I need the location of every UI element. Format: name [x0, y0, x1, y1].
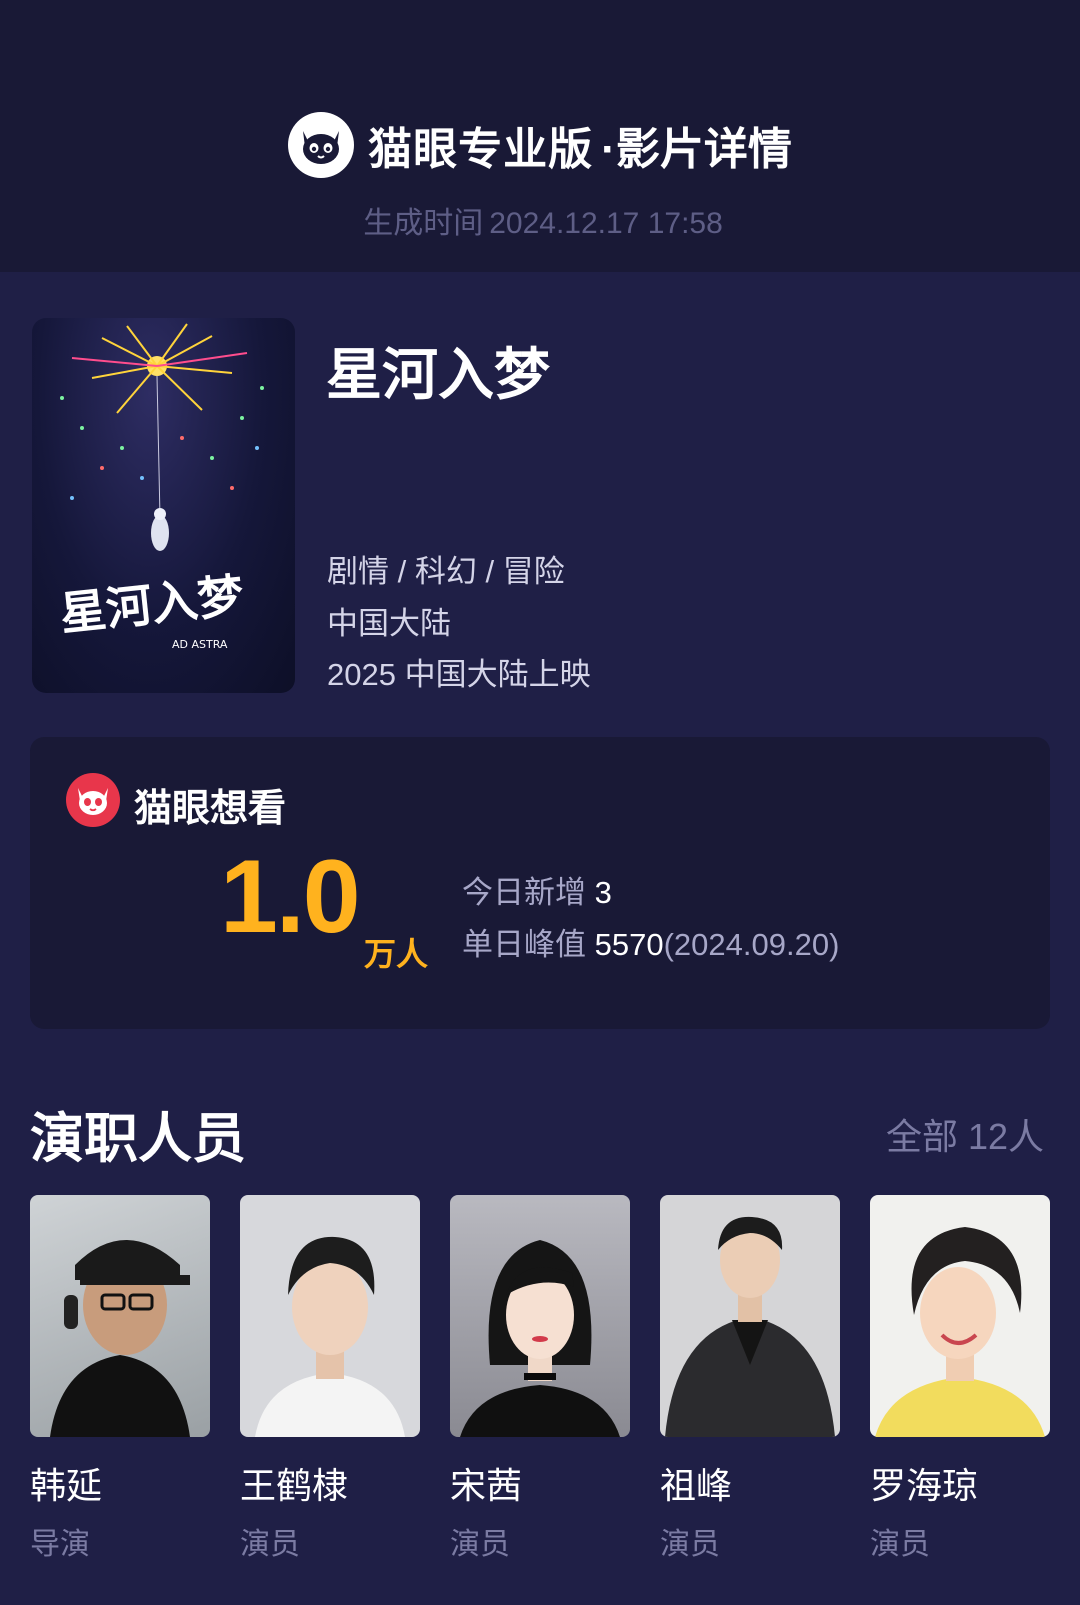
daily-peak-value: 5570: [594, 927, 664, 962]
brand-row: 猫眼专业版 ·影片详情: [0, 105, 1080, 185]
cast-role: 演员: [870, 1528, 930, 1561]
daily-peak-date: (2024.09.20): [663, 927, 840, 962]
want-to-watch-card[interactable]: 猫眼想看 1.0 万人 今日新增 3 单日峰值 5570(2024.09.20): [30, 737, 1050, 1029]
avatar: [450, 1195, 630, 1437]
firework-graphic: [60, 323, 264, 551]
today-new-value: 3: [594, 875, 612, 910]
avatar: [240, 1195, 420, 1437]
generated-time: 生成时间 2024.12.17 17:58: [0, 198, 1080, 242]
cast-card[interactable]: 祖峰 演员: [660, 1195, 840, 1563]
generated-value: 2024.12.17 17:58: [489, 207, 723, 240]
header: 猫眼专业版 ·影片详情 生成时间 2024.12.17 17:58: [0, 0, 1080, 272]
cast-role: 演员: [660, 1528, 720, 1561]
page-title: ·影片详情: [601, 125, 792, 174]
cast-all-count: 12人: [967, 1116, 1044, 1157]
avatar: [660, 1195, 840, 1437]
cast-section-title: 演职人员: [30, 1109, 246, 1169]
cast-role: 演员: [450, 1528, 510, 1561]
cast-all-label: 全部: [885, 1116, 958, 1157]
cat-face-icon: [66, 773, 120, 827]
movie-genres: 剧情 / 科幻 / 冒险: [327, 554, 565, 589]
generated-label: 生成时间: [363, 207, 484, 240]
cast-card[interactable]: 韩延 导演: [30, 1195, 210, 1563]
movie-poster[interactable]: 星河入梦 AD ASTRA: [32, 318, 295, 693]
cast-name: 罗海琼: [870, 1465, 979, 1506]
daily-peak-label: 单日峰值: [462, 927, 586, 962]
cast-name: 王鹤棣: [240, 1465, 349, 1506]
cast-card[interactable]: 宋茜 演员: [450, 1195, 630, 1563]
cast-role: 演员: [240, 1528, 300, 1561]
cast-role: 导演: [30, 1528, 90, 1561]
cast-name: 宋茜: [450, 1465, 523, 1506]
movie-title: 星河入梦: [326, 343, 550, 406]
cast-card[interactable]: 王鹤棣 演员: [240, 1195, 420, 1563]
cat-face-icon: [288, 112, 355, 178]
movie-release: 2025 中国大陆上映: [327, 657, 591, 692]
want-unit: 万人: [364, 936, 429, 972]
avatar: [870, 1195, 1050, 1437]
poster-title: 星河入梦: [58, 568, 247, 641]
avatar: [30, 1195, 210, 1437]
want-title: 猫眼想看: [134, 788, 287, 830]
cast-name: 韩延: [30, 1465, 103, 1506]
today-new-stat: 今日新增 3: [462, 867, 612, 912]
cast-view-all-link[interactable]: 全部 12人: [876, 1108, 1044, 1160]
cast-card[interactable]: 罗海琼 演员: [870, 1195, 1050, 1563]
want-count: 1.0: [220, 839, 361, 955]
poster-subtitle: AD ASTRA: [172, 638, 228, 651]
cast-name: 祖峰: [660, 1465, 733, 1506]
daily-peak-stat: 单日峰值 5570(2024.09.20): [462, 919, 839, 964]
today-new-label: 今日新增: [462, 875, 586, 910]
brand-name: 猫眼专业版: [368, 125, 594, 174]
movie-region: 中国大陆: [327, 606, 451, 641]
